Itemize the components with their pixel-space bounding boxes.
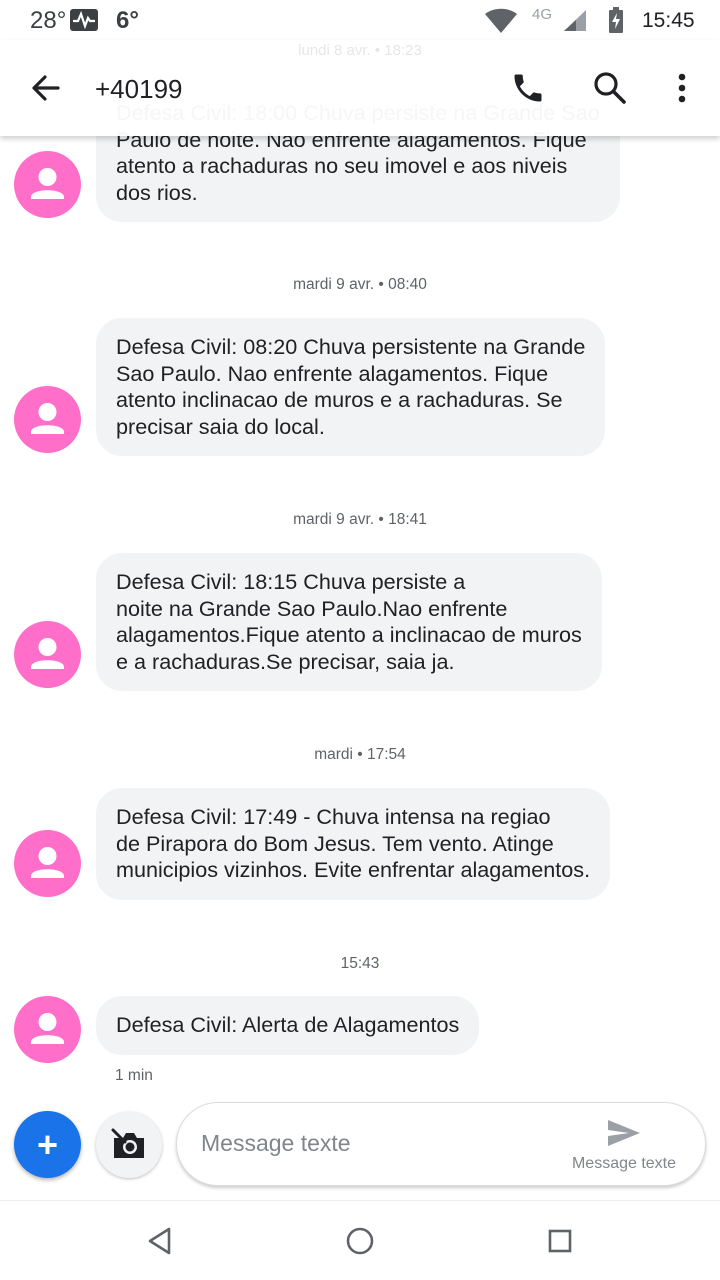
conversation-title: +40199 [95, 74, 183, 104]
battery-charging-icon [608, 7, 624, 40]
send-button[interactable]: Message texte [565, 1111, 695, 1179]
signal-icon [562, 10, 588, 39]
back-arrow-icon[interactable] [28, 70, 64, 106]
nav-home-icon[interactable] [342, 1223, 378, 1259]
status-secondary-temp: 6° [116, 7, 139, 34]
message-age: 1 min [115, 1067, 153, 1084]
message-timestamp: mardi 9 avr. • 08:40 [293, 276, 427, 293]
conversation[interactable]: Defesa Civil: 18:00 Chuva persiste na Gr… [0, 40, 720, 1100]
phone-icon[interactable] [510, 70, 546, 106]
message-bubble[interactable]: Defesa Civil: Alerta de Alagamentos [96, 996, 480, 1055]
contact-avatar[interactable] [14, 996, 81, 1063]
compose-bar: + Message texte [0, 1100, 720, 1196]
contact-avatar[interactable] [14, 386, 81, 453]
message-input[interactable] [201, 1123, 561, 1163]
message-bubble[interactable]: Defesa Civil: 18:15 Chuva persiste a noi… [96, 553, 602, 691]
search-icon[interactable] [592, 70, 628, 106]
wifi-icon [484, 8, 518, 41]
network-type: 4G [532, 6, 553, 23]
add-button[interactable]: + [14, 1111, 81, 1178]
add-icon: + [36, 1124, 59, 1165]
message-bubble[interactable]: Defesa Civil: 17:49 - Chuva intensa na r… [96, 788, 611, 900]
status-temperature: 28° [30, 7, 67, 34]
send-label: Message texte [571, 1155, 677, 1172]
message-input-container: Message texte [176, 1102, 706, 1186]
camera-icon [111, 1128, 144, 1158]
contact-avatar[interactable] [14, 621, 81, 688]
nav-recents-icon[interactable] [542, 1223, 578, 1259]
send-icon [608, 1120, 640, 1146]
pulse-icon [70, 9, 98, 38]
scrolled-timestamp: lundi 8 avr. • 18:23 [298, 42, 422, 59]
message-timestamp: 15:43 [340, 955, 380, 972]
more-vert-icon[interactable] [666, 70, 698, 106]
message-timestamp: mardi 9 avr. • 18:41 [293, 511, 427, 528]
navigation-bar [0, 1200, 720, 1280]
status-bar: 28° 6° 4G 15:45 [0, 0, 720, 40]
message-timestamp: mardi • 17:54 [314, 746, 406, 763]
message-bubble[interactable]: Defesa Civil: 08:20 Chuva persistente na… [96, 318, 606, 456]
status-time: 15:45 [642, 9, 695, 32]
contact-avatar[interactable] [14, 830, 81, 897]
nav-back-icon[interactable] [142, 1223, 178, 1259]
camera-button[interactable] [96, 1112, 162, 1178]
contact-avatar[interactable] [14, 151, 81, 218]
